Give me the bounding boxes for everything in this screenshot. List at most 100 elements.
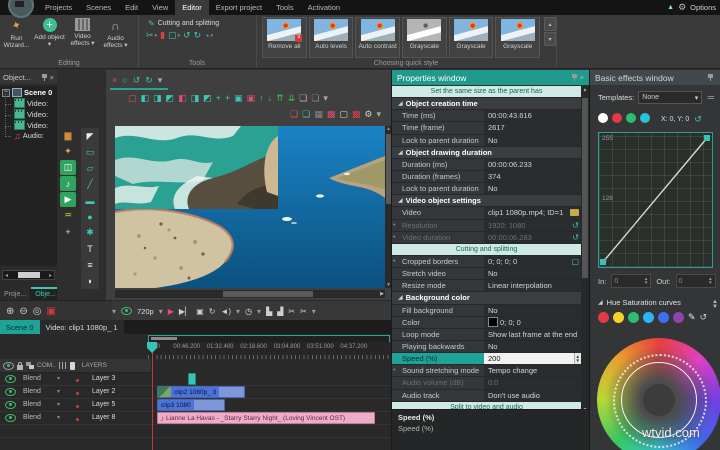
send-forward-icon[interactable]: ◨: [153, 92, 162, 104]
cut-right-icon[interactable]: ✂: [300, 307, 307, 316]
property-value[interactable]: 374: [484, 171, 581, 182]
fit-timeline-icon[interactable]: ◎: [33, 306, 42, 317]
group-icon[interactable]: ❏: [299, 92, 307, 104]
chevron-down-icon[interactable]: ▾: [57, 401, 65, 408]
arrange-b-icon[interactable]: ▟: [277, 307, 283, 316]
center-horizontal-icon[interactable]: +: [216, 92, 221, 104]
audio-volume-icon[interactable]: ◄): [220, 307, 231, 316]
collapse-2-icon[interactable]: ▾: [236, 307, 240, 316]
clip-marker[interactable]: [188, 373, 196, 385]
close-icon[interactable]: ×: [50, 73, 54, 82]
layer-track[interactable]: [153, 424, 391, 437]
cutting-and-splitting-button[interactable]: Cutting and splitting: [392, 244, 581, 256]
video-preview[interactable]: [115, 126, 385, 288]
audio-effects-button[interactable]: ∩Audio effects ▾: [99, 15, 132, 57]
rgb-curve-editor[interactable]: 255 128 0: [598, 132, 713, 268]
pin-icon[interactable]: [572, 74, 577, 81]
property-value[interactable]: No: [484, 183, 581, 194]
add-video-icon[interactable]: ▶: [60, 192, 76, 207]
zoom-out-icon[interactable]: ⊖: [19, 306, 27, 317]
move-tool-icon[interactable]: +: [60, 224, 76, 239]
hue-color-dot[interactable]: [598, 312, 609, 323]
menu-projects[interactable]: Projects: [38, 0, 79, 15]
hue-color-dot[interactable]: [673, 312, 684, 323]
collapse-expander-icon[interactable]: −: [2, 89, 10, 97]
value-spinner[interactable]: ▲▼: [574, 353, 581, 364]
properties-scrollbar[interactable]: ▲ ▼: [581, 86, 589, 414]
clip-clip2-1080p-3[interactable]: clip2 1080p_ 3: [157, 386, 245, 398]
move-up-icon[interactable]: ↑: [259, 92, 264, 104]
property-time-ms[interactable]: Time (ms)00:00:43.616: [392, 110, 581, 122]
property-value[interactable]: clip1 1080p.mp4; ID=1: [484, 207, 581, 218]
more-down-icon[interactable]: ▾: [544, 32, 556, 46]
hue-color-dot[interactable]: [643, 312, 654, 323]
tree-item-scene-0[interactable]: −Scene 0: [0, 86, 57, 98]
view-caret-icon[interactable]: ▾: [376, 108, 381, 120]
hue-color-dot[interactable]: [658, 312, 669, 323]
delete-object-icon[interactable]: ×: [112, 74, 117, 86]
close-icon[interactable]: ×: [580, 73, 584, 82]
collapse-3-icon[interactable]: ▾: [257, 307, 261, 316]
options-label[interactable]: Options: [690, 3, 716, 12]
ungroup-icon[interactable]: ❏: [311, 92, 319, 104]
scroll-right-icon[interactable]: ▸: [47, 272, 54, 279]
row-visibility-eye-icon[interactable]: [0, 375, 20, 383]
style-remove-all[interactable]: ×Remove all: [262, 17, 307, 58]
scroll-handle[interactable]: [223, 291, 313, 297]
eyedropper-icon[interactable]: ✎: [688, 312, 696, 323]
video-effects-button[interactable]: Video effects ▾: [66, 15, 99, 57]
curve-reset-icon[interactable]: ↺: [694, 114, 702, 125]
layer-down-icon[interactable]: ⇊: [288, 92, 296, 104]
arrange-a-icon[interactable]: ▙: [266, 307, 272, 316]
in-value-spinner[interactable]: 0 ▲▼: [611, 274, 651, 288]
more-up-icon[interactable]: ▴: [544, 17, 556, 31]
move-down-icon[interactable]: ↓: [268, 92, 273, 104]
menu-scenes[interactable]: Scenes: [79, 0, 118, 15]
property-audio-volume-db[interactable]: Audio volume (dB)0.0: [392, 377, 581, 389]
preview-quality-label[interactable]: 720p: [137, 307, 154, 316]
property-resolution[interactable]: •Resolution1920; 1080↺: [392, 220, 581, 232]
property-duration-ms[interactable]: Duration (ms)00:00:06.233: [392, 159, 581, 171]
quick-style-more[interactable]: ▴▾: [544, 17, 556, 58]
pin-icon[interactable]: [42, 74, 47, 81]
add-sprite-icon[interactable]: ✦: [60, 144, 76, 159]
menu-editor[interactable]: Editor: [175, 0, 209, 15]
tree-item-video-2[interactable]: Video:: [0, 120, 57, 131]
channel-dot[interactable]: [626, 113, 636, 123]
hue-saturation-section[interactable]: ◢ Hue Saturation curves: [598, 298, 681, 307]
rect-shape-icon[interactable]: ▬: [82, 193, 98, 208]
collapse-ribbon-icon[interactable]: ▲: [667, 4, 674, 11]
deselect-icon[interactable]: ○: [122, 74, 127, 86]
set-the-same-size-as-the-parent-has-button[interactable]: Set the same size as the parent has: [392, 86, 581, 98]
chevron-down-icon[interactable]: ▾: [57, 388, 65, 395]
preview-hscrollbar[interactable]: ▶: [115, 290, 385, 298]
objects-hscrollbar[interactable]: ◂ ▸: [2, 270, 55, 280]
property-loop-mode[interactable]: Loop modeShow last frame at the end: [392, 329, 581, 341]
hue-color-dot[interactable]: [613, 312, 624, 323]
snapshot-icon[interactable]: ▣: [196, 307, 204, 316]
property-speed[interactable]: Speed (%)200▲▼: [392, 353, 581, 365]
property-value[interactable]: 0; 0; 0; 0▢: [484, 256, 581, 267]
style-grayscale[interactable]: Grayscale: [495, 17, 540, 58]
add-chart-icon[interactable]: ▆: [60, 128, 76, 143]
color-swatch[interactable]: [488, 317, 498, 327]
arrange-caret-icon[interactable]: ▾: [323, 92, 328, 104]
property-value[interactable]: 1920; 1080↺: [484, 220, 581, 231]
add-object-button[interactable]: +Add object ▾: [33, 15, 66, 57]
center-vertical-icon[interactable]: +: [225, 92, 230, 104]
property-duration-frames[interactable]: Duration (frames)374: [392, 171, 581, 183]
property-value[interactable]: 200▲▼: [484, 353, 581, 364]
add-animation-icon[interactable]: ♒: [60, 208, 76, 223]
preview-timer-icon[interactable]: ◷: [245, 307, 252, 316]
section-object-creation-time[interactable]: ◢Object creation time: [392, 98, 581, 110]
property-time-frame[interactable]: Time (frame)2617: [392, 122, 581, 134]
blend-mode-select[interactable]: Blend: [20, 388, 57, 395]
menu-edit[interactable]: Edit: [118, 0, 145, 15]
send-backward-icon[interactable]: ◧: [141, 92, 150, 104]
property-value[interactable]: 0.0: [484, 377, 581, 388]
flip-vertical-icon[interactable]: ◨: [191, 92, 200, 104]
selection-frame-icon[interactable]: ▢: [128, 92, 137, 104]
loop-icon[interactable]: ↻: [209, 307, 216, 316]
line-tool-icon[interactable]: ╱: [82, 177, 98, 192]
property-video[interactable]: Videoclip1 1080p.mp4; ID=1: [392, 207, 581, 219]
